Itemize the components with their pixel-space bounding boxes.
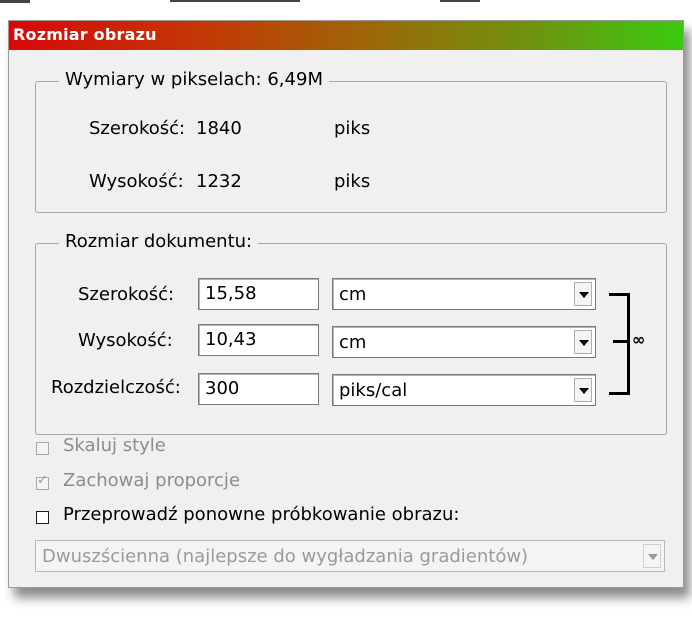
chain-link-icon[interactable]: ∞ — [632, 332, 645, 348]
constrain-proportions-checkbox[interactable]: ✓ — [36, 473, 49, 490]
resample-label: Przeprowadź ponowne próbkowanie obrazu: — [63, 504, 460, 525]
background-divider — [170, 0, 300, 2]
chevron-down-icon[interactable] — [643, 544, 661, 568]
resample-method-select[interactable]: Dwuszścienna (najlepsze do wygładzania g… — [35, 540, 665, 572]
pixel-height-value: 1232 — [196, 171, 242, 192]
pixel-width-value: 1840 — [196, 118, 242, 139]
scale-styles-checkbox[interactable] — [36, 442, 49, 455]
doc-height-unit-value: cm — [339, 332, 367, 353]
scale-styles-label: Skaluj style — [63, 435, 166, 456]
chevron-down-icon[interactable] — [574, 282, 592, 306]
resample-method-value: Dwuszścienna (najlepsze do wygładzania g… — [42, 546, 529, 567]
doc-height-label: Wysokość: — [78, 330, 173, 351]
pixel-width-label: Szerokość: — [89, 118, 186, 139]
dialog-title: Rozmiar obrazu — [13, 25, 157, 44]
background-divider — [0, 0, 30, 3]
doc-width-label: Szerokość: — [78, 284, 175, 305]
doc-width-input[interactable]: 15,58 — [198, 278, 319, 310]
chevron-down-icon[interactable] — [574, 378, 592, 402]
doc-height-input[interactable]: 10,43 — [198, 324, 319, 356]
resolution-input[interactable]: 300 — [198, 373, 319, 405]
link-bracket — [609, 293, 630, 395]
image-size-dialog: Rozmiar obrazu Wymiary w pikselach: 6,49… — [8, 20, 684, 588]
checkmark-icon: ✓ — [37, 473, 48, 488]
doc-width-unit-select[interactable]: cm — [332, 278, 596, 310]
pixel-height-label: Wysokość: — [89, 171, 184, 192]
title-bar[interactable]: Rozmiar obrazu — [9, 21, 683, 50]
constrain-proportions-label: Zachowaj proporcje — [63, 470, 241, 491]
pixel-height-unit: piks — [334, 171, 371, 192]
resolution-unit-value: piks/cal — [339, 380, 408, 401]
document-size-legend: Rozmiar dokumentu: — [59, 231, 259, 252]
pixel-width-unit: piks — [334, 118, 371, 139]
doc-height-unit-select[interactable]: cm — [332, 326, 596, 358]
resample-checkbox[interactable] — [36, 511, 49, 524]
pixel-dimensions-group — [35, 81, 667, 213]
pixel-dimensions-total: 6,49M — [267, 69, 323, 90]
doc-width-unit-value: cm — [339, 284, 367, 305]
pixel-dimensions-legend: Wymiary w pikselach: 6,49M — [59, 69, 329, 90]
chevron-down-icon[interactable] — [574, 330, 592, 354]
resolution-label: Rozdzielczość: — [51, 377, 181, 398]
background-strip — [0, 0, 692, 22]
resolution-unit-select[interactable]: piks/cal — [332, 374, 596, 406]
link-bracket-middle — [613, 340, 627, 343]
pixel-dimensions-label: Wymiary w pikselach: — [65, 69, 262, 90]
background-divider — [440, 0, 480, 2]
